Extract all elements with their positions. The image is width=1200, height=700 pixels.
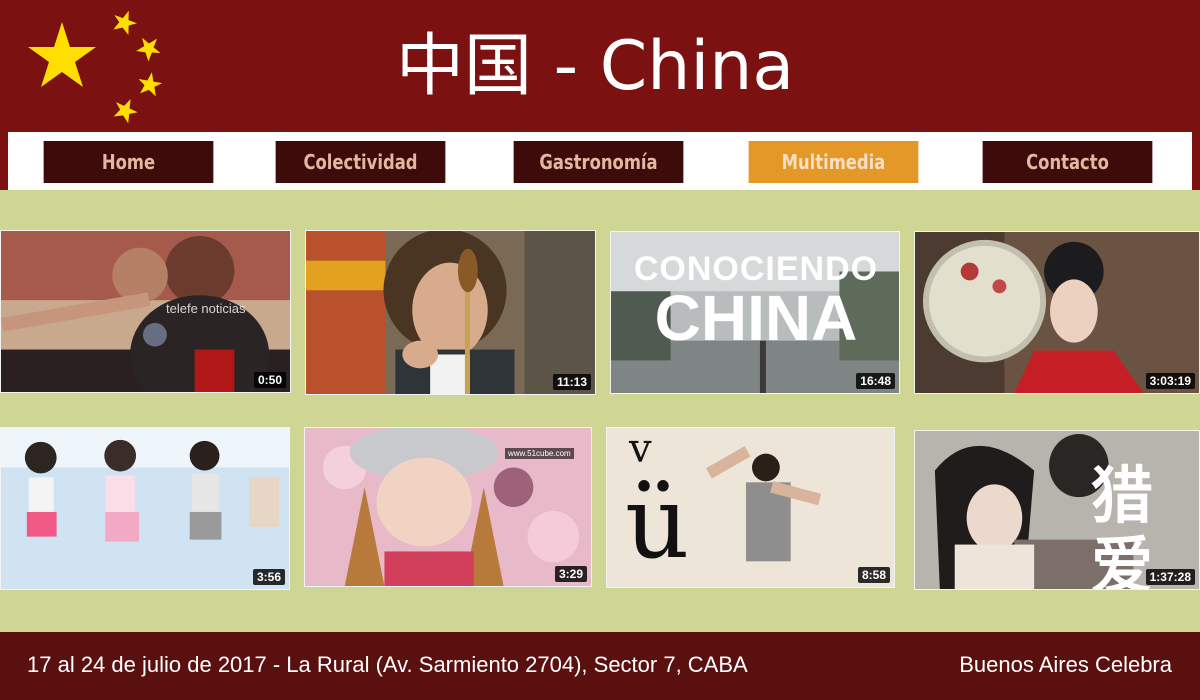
main-nav: Home Colectividad Gastronomía Multimedia… [0,132,1200,190]
event-info: 17 al 24 de julio de 2017 - La Rural (Av… [27,652,748,677]
nav-item-home[interactable]: Home [43,141,214,183]
nav-item-colectividad[interactable]: Colectividad [275,141,446,183]
video-duration: 3:03:19 [1145,373,1195,389]
site-footer: 17 al 24 de julio de 2017 - La Rural (Av… [0,632,1200,700]
video-duration: 0:50 [253,372,286,388]
nav-item-multimedia[interactable]: Multimedia [748,141,919,183]
video-duration: 3:56 [252,569,285,585]
video-watermark: www.51cube.com [505,448,574,459]
video-thumbnail[interactable]: www.51cube.com 3:29 [304,427,592,587]
video-duration: 1:37:28 [1145,569,1195,585]
video-thumbnail[interactable]: 猎爱 1:37:28 [914,430,1200,590]
video-thumbnail[interactable]: 3:56 [0,427,290,590]
pinyin-letter: ü [625,464,690,581]
page-title: 中国 - China [395,27,794,106]
girl-group-dance-image [1,428,289,589]
video-duration: 3:29 [554,566,587,582]
video-thumbnail[interactable]: 11:13 [305,230,596,395]
nav-item-contacto[interactable]: Contacto [982,141,1153,183]
video-watermark: telefe noticias [166,301,246,316]
video-thumbnail[interactable]: CONOCIENDO CHINA 16:48 [610,231,900,394]
video-duration: 8:58 [857,567,890,583]
qipao-portrait-image [915,232,1199,393]
video-title-overlay: CHINA [654,282,858,354]
video-duration: 16:48 [856,373,895,389]
video-thumbnail[interactable]: v ü 8:58 [606,427,895,588]
nav-item-gastronomia[interactable]: Gastronomía [513,141,684,183]
dance-class-image [1,231,290,392]
video-thumbnail[interactable]: telefe noticias 0:50 [0,230,291,393]
footer-brand[interactable]: Buenos Aires Celebra [959,652,1172,678]
seahorse-snack-image [306,231,595,394]
video-thumbnail[interactable]: 3:03:19 [914,231,1200,394]
site-header: 中国 - China [0,0,1200,132]
video-duration: 11:13 [552,374,591,390]
